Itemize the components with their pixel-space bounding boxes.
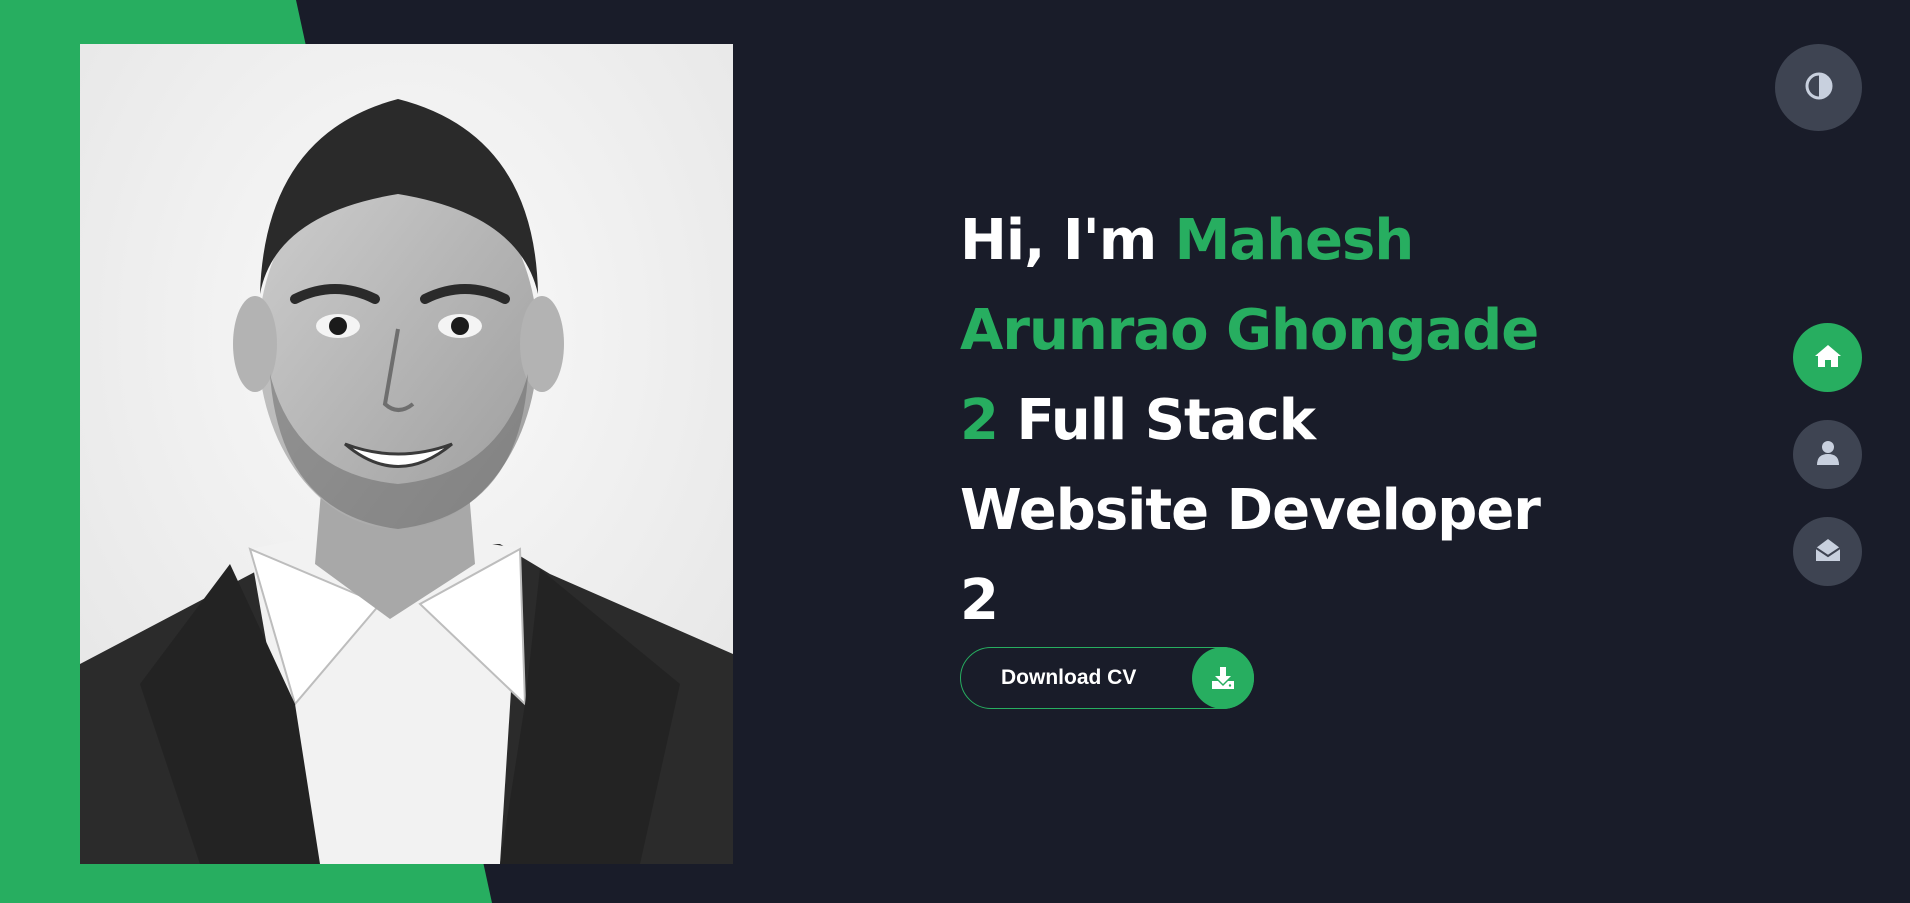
download-icon	[1192, 647, 1254, 709]
download-cv-label: Download CV	[1001, 666, 1137, 689]
user-icon	[1816, 440, 1840, 470]
name-first: Mahesh	[1174, 208, 1415, 273]
nav-home-button[interactable]	[1793, 323, 1862, 392]
download-cv-button[interactable]: Download CV	[960, 647, 1254, 709]
nav-about-button[interactable]	[1793, 420, 1862, 489]
hero-intro: Hi, I'm Mahesh Arunrao Ghongade 2 Full S…	[960, 196, 1600, 646]
home-icon	[1814, 343, 1842, 373]
envelope-open-icon	[1814, 537, 1842, 567]
nav-contact-button[interactable]	[1793, 517, 1862, 586]
role-line: 2 Full Stack	[960, 376, 1600, 466]
theme-toggle-button[interactable]	[1775, 44, 1862, 131]
contrast-icon	[1804, 71, 1834, 105]
role-line-2: Website Developer	[960, 478, 1541, 543]
profile-photo	[80, 44, 733, 864]
typing-counter: 2	[960, 388, 999, 453]
hero-greeting-line: Hi, I'm Mahesh	[960, 196, 1600, 286]
role-text: Full Stack	[1016, 388, 1316, 453]
greeting-text: Hi, I'm	[960, 208, 1157, 273]
home-section: Hi, I'm Mahesh Arunrao Ghongade 2 Full S…	[0, 0, 1910, 903]
name-rest: Arunrao Ghongade	[960, 298, 1539, 363]
typing-counter-2: 2	[960, 568, 999, 633]
